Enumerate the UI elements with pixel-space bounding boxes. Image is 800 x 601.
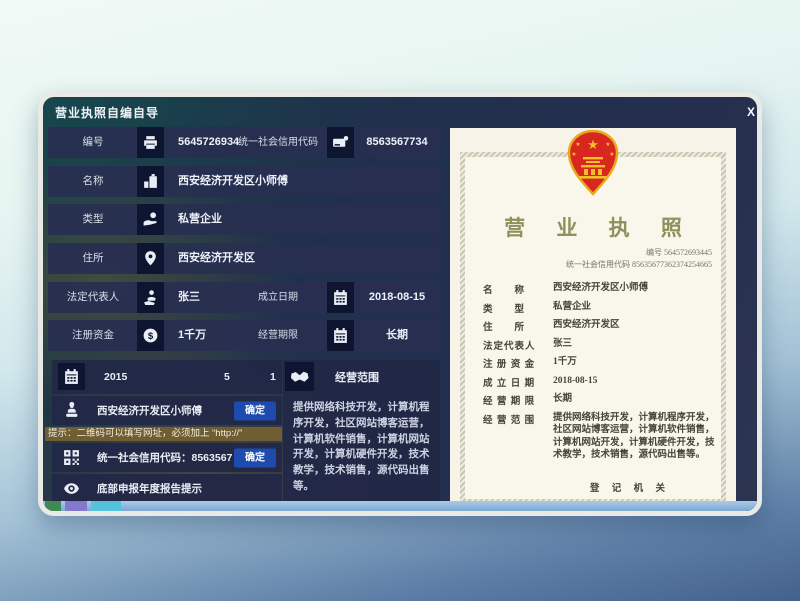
form-row-number: 编号 5645726934 统一社会信用代码 8563567734 [48, 127, 440, 158]
calendar-icon [327, 320, 354, 351]
scope-text-input[interactable]: 提供网络科技开发，计算机程序开发，社区网站博客运营，计算机软件销售，计算机网站开… [293, 400, 433, 495]
qr-url-tip: 提示：二维码可以填写网址，必须加上 “http://” [45, 427, 282, 441]
license-fields: 名 称 西安经济开发区小师傅 类 型 私营企业 住 所 西安经济开发区 法定代表… [483, 282, 715, 466]
legal-rep-label: 法定代表人 [48, 282, 138, 313]
license-field-label: 经 营 范 围 [483, 412, 553, 462]
stamp-row: 西安经济开发区小师傅 确定 [52, 396, 282, 425]
handshake-icon [285, 362, 314, 391]
month-input[interactable]: 5 [224, 360, 230, 394]
license-field-label: 名 称 [483, 282, 553, 296]
date-picker-row: 2015 5 1 [52, 360, 282, 394]
qr-credit-code-input[interactable]: 统一社会信用代码：8563567 [97, 443, 232, 472]
name-label: 名称 [48, 166, 138, 197]
stamp-confirm-button[interactable]: 确定 [234, 401, 276, 420]
license-field-value: 西安经济开发区小师傅 [553, 282, 715, 296]
form-row-address: 住所 西安经济开发区 [48, 243, 440, 274]
dollar-coin-icon: $ [137, 320, 164, 351]
qr-code-row: 统一社会信用代码：8563567 确定 [52, 443, 282, 472]
calendar-icon [327, 282, 354, 313]
license-number-label: 编号 [646, 248, 662, 257]
license-field-label: 经 营 期 限 [483, 393, 553, 407]
license-field-value: 张三 [553, 338, 715, 352]
license-meta: 编号 564572693445 统一社会信用代码 856356773623742… [566, 247, 712, 271]
capital-label: 注册资金 [48, 320, 138, 351]
stamp-icon [58, 397, 85, 424]
rim-chip-purple [65, 501, 87, 511]
dialog-bottom-rim [43, 501, 757, 511]
term-input[interactable]: 长期 [356, 320, 438, 351]
address-input[interactable]: 西安经济开发区 [178, 243, 428, 274]
svg-text:★: ★ [571, 151, 576, 158]
rim-chip-green [45, 501, 61, 511]
eye-icon [58, 475, 85, 502]
license-authority: 登 记 机 关 [560, 480, 700, 494]
license-field-row: 经 营 范 围 提供网络科技开发，计算机程序开发，社区网站博客运营，计算机软件销… [483, 412, 715, 462]
id-card-icon [327, 127, 354, 158]
license-field-value: 私营企业 [553, 301, 715, 315]
license-title: 营 业 执 照 [450, 212, 736, 242]
year-input[interactable]: 2015 [104, 360, 127, 394]
license-field-row: 名 称 西安经济开发区小师傅 [483, 282, 715, 296]
type-label: 类型 [48, 204, 138, 235]
license-field-label: 法定代表人 [483, 338, 553, 352]
founding-date-label: 成立日期 [228, 282, 328, 313]
license-field-row: 住 所 西安经济开发区 [483, 319, 715, 333]
license-number-value: 564572693445 [664, 248, 712, 257]
license-field-value: 1千万 [553, 356, 715, 370]
close-button[interactable]: X [743, 104, 759, 120]
license-field-label: 注 册 资 金 [483, 356, 553, 370]
form-row-capital: 注册资金 $ 1千万 经营期限 长期 [48, 320, 440, 351]
license-field-value: 长期 [553, 393, 715, 407]
license-field-row: 经 营 期 限 长期 [483, 393, 715, 407]
address-label: 住所 [48, 243, 138, 274]
license-field-label: 住 所 [483, 319, 553, 333]
license-field-value: 西安经济开发区 [553, 319, 715, 333]
license-field-row: 类 型 私营企业 [483, 301, 715, 315]
credit-code-label: 统一社会信用代码 [228, 127, 328, 158]
money-hand-icon [137, 204, 164, 235]
term-label: 经营期限 [228, 320, 328, 351]
license-field-value: 2018-08-15 [553, 375, 715, 389]
license-field-row: 法定代表人 张三 [483, 338, 715, 352]
license-code-label: 统一社会信用代码 [566, 260, 630, 269]
svg-text:$: $ [148, 331, 154, 342]
license-field-row: 注 册 资 金 1千万 [483, 356, 715, 370]
printer-icon [137, 127, 164, 158]
location-pin-icon [137, 243, 164, 274]
license-field-label: 成 立 日 期 [483, 375, 553, 389]
annual-report-label: 底部申报年度报告提示 [97, 474, 202, 503]
form-row-type: 类型 私营企业 [48, 204, 440, 235]
scope-label: 经营范围 [335, 369, 379, 385]
type-input[interactable]: 私营企业 [178, 204, 428, 235]
license-code-value: 85635677362374254665 [632, 260, 712, 269]
qr-confirm-button[interactable]: 确定 [234, 448, 276, 467]
founding-date-input[interactable]: 2018-08-15 [356, 282, 438, 313]
annual-report-row[interactable]: 底部申报年度报告提示 [52, 474, 282, 503]
building-icon [137, 166, 164, 197]
business-scope-panel: 经营范围 提供网络科技开发，计算机程序开发，社区网站博客运营，计算机软件销售，计… [283, 360, 440, 512]
credit-code-input[interactable]: 8563567734 [356, 127, 438, 158]
license-preview: ★ ★ ★ ★ ★ 营 业 执 照 编号 564572693445 统一社会 [450, 128, 736, 511]
rim-chip-cyan [91, 501, 121, 511]
calendar-icon [58, 363, 85, 390]
person-signature-icon [137, 282, 164, 313]
license-field-label: 类 型 [483, 301, 553, 315]
svg-text:★: ★ [575, 141, 580, 148]
svg-text:★: ★ [605, 141, 610, 148]
svg-text:★: ★ [587, 137, 599, 152]
stamp-name-input[interactable]: 西安经济开发区小师傅 [97, 396, 202, 425]
form-row-legal: 法定代表人 张三 成立日期 2018-08-15 [48, 282, 440, 313]
qr-code-icon [58, 444, 85, 471]
form-row-name: 名称 西安经济开发区小师傅 [48, 166, 440, 197]
number-label: 编号 [48, 127, 138, 158]
license-field-row: 成 立 日 期 2018-08-15 [483, 375, 715, 389]
business-license-editor-dialog: 营业执照自编自导 X 编号 5645726934 统一社会信用代码 856356… [38, 92, 762, 516]
day-input[interactable]: 1 [270, 360, 276, 394]
dialog-title: 营业执照自编自导 [55, 104, 159, 121]
svg-text:★: ★ [609, 151, 614, 158]
name-input[interactable]: 西安经济开发区小师傅 [178, 166, 428, 197]
china-national-emblem-icon: ★ ★ ★ ★ ★ [564, 130, 622, 196]
license-field-value: 提供网络科技开发，计算机程序开发，社区网站博客运营，计算机软件销售，计算机网站开… [553, 412, 715, 462]
